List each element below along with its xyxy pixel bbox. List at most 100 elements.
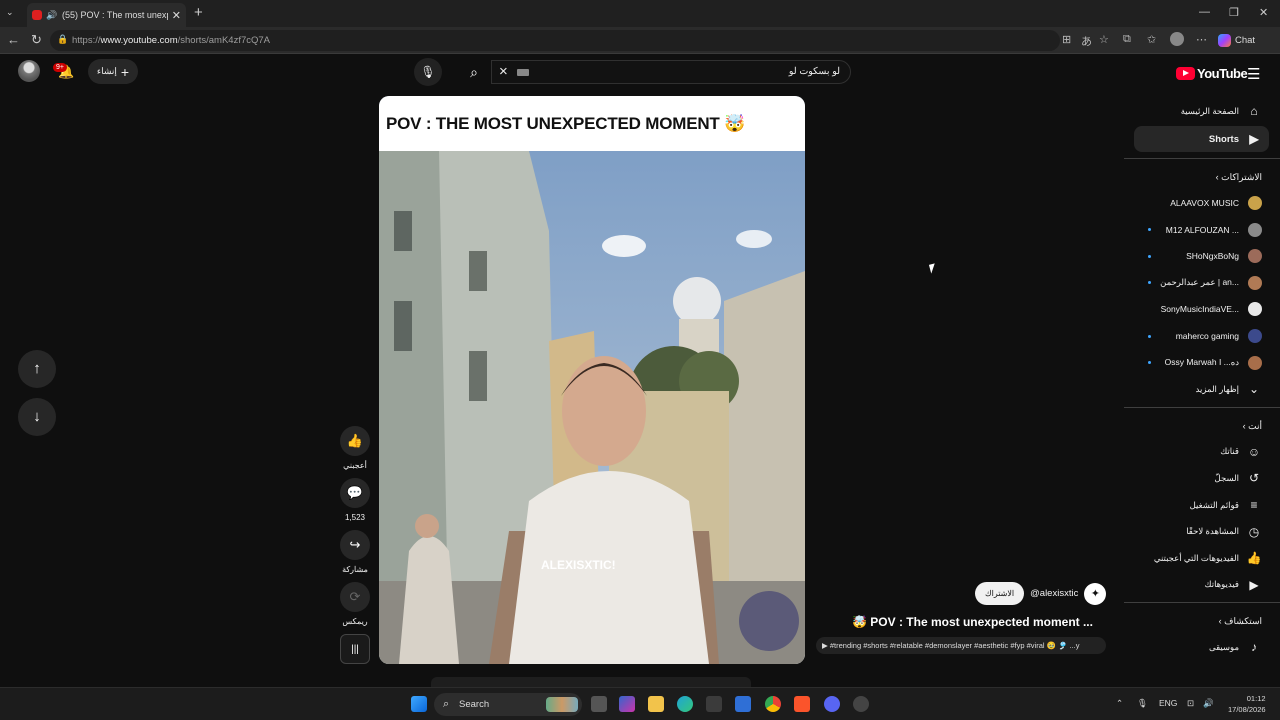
- sidebar-item-label: maherco gaming: [1175, 331, 1239, 341]
- sidebar-item-label: قناتك: [1220, 446, 1239, 457]
- address-bar[interactable]: 🔒 https://www.youtube.com/shorts/amK4zf7…: [50, 30, 1060, 51]
- sidebar-item-shorts[interactable]: Shorts ▶: [1134, 126, 1269, 152]
- search-icon[interactable]: ⌕: [460, 60, 488, 84]
- voice-search-mic-icon[interactable]: 🎙: [414, 58, 442, 86]
- subscriptions-header[interactable]: ‹ الاشتراكات: [1216, 172, 1262, 183]
- favorite-star-icon[interactable]: ☆: [1099, 33, 1109, 46]
- volume-icon[interactable]: 🔊: [1203, 698, 1214, 709]
- sidebar-item-you[interactable]: فيديوهاتك ▶: [1134, 572, 1269, 598]
- subscribe-button[interactable]: الاشتراك: [975, 582, 1025, 605]
- sidebar-item-you[interactable]: الفيديوهات التي أعجبتني 👍: [1134, 545, 1269, 571]
- share-icon[interactable]: ↪: [340, 530, 370, 560]
- chrome-icon[interactable]: [765, 696, 781, 712]
- subscription-channel[interactable]: M12 ALFOUZAN ...: [1134, 217, 1269, 243]
- file-explorer-icon[interactable]: [648, 696, 664, 712]
- sidebar-item-you[interactable]: السجلّ ↺: [1134, 465, 1269, 491]
- taskbar-search[interactable]: ⌕ Search: [434, 693, 582, 716]
- section-title: الاشتراكات: [1221, 172, 1262, 182]
- close-window-button[interactable]: ✕: [1259, 6, 1268, 19]
- hashtags-pill[interactable]: ▶ #trending #shorts #relatable #demonsla…: [816, 637, 1106, 654]
- language-indicator[interactable]: ENG: [1159, 698, 1177, 708]
- channel-avatar: [1248, 249, 1262, 264]
- subscription-channel[interactable]: SHoNgxBoNg: [1134, 243, 1269, 269]
- audio-playing-icon[interactable]: 🔊: [46, 10, 58, 21]
- guide-menu-icon[interactable]: ☰: [1247, 65, 1260, 83]
- subscription-channel[interactable]: maherco gaming: [1134, 323, 1269, 349]
- like-icon[interactable]: 👍: [340, 426, 370, 456]
- subscription-channel[interactable]: Ossy Marwah I ...ده: [1134, 350, 1269, 376]
- remix-label: ريمكس: [342, 617, 368, 626]
- youtube-play-logo-icon: [1176, 67, 1195, 80]
- progress-scrubber[interactable]: [431, 677, 751, 687]
- minimize-button[interactable]: —: [1199, 6, 1210, 18]
- start-windows-icon[interactable]: [411, 696, 427, 712]
- sidebar-item-label: الفيديوهات التي أعجبتني: [1153, 552, 1239, 563]
- show-hidden-icons-icon[interactable]: ⌃: [1116, 698, 1123, 709]
- remix-icon[interactable]: ⟳: [340, 582, 370, 612]
- microphone-tray-icon[interactable]: 🎙: [1137, 698, 1148, 709]
- translate-icon[interactable]: あ: [1081, 33, 1092, 49]
- copilot-chat-button[interactable]: Chat: [1218, 34, 1255, 47]
- subscription-channel[interactable]: عمر عبدالرحمن | an...: [1134, 270, 1269, 296]
- share-action[interactable]: ↪ مشاركة: [340, 530, 370, 574]
- comment-icon[interactable]: 💬: [340, 478, 370, 508]
- keyboard-icon[interactable]: [517, 69, 529, 76]
- more-options-icon[interactable]: ⋯: [1196, 33, 1207, 46]
- channel-handle[interactable]: @alexisxtic: [1030, 588, 1078, 599]
- sidebar-item-you[interactable]: قوائم التشغيل ≡: [1134, 492, 1269, 518]
- close-tab-icon[interactable]: ✕: [172, 9, 181, 22]
- sidebar-item-you[interactable]: قناتك ☺: [1134, 439, 1269, 465]
- music-icon: ♪: [1251, 640, 1257, 655]
- sidebar-item-you[interactable]: المشاهدة لاحقًا ◷: [1134, 519, 1269, 545]
- reload-button[interactable]: ↻: [31, 32, 42, 48]
- create-button[interactable]: إنشاء +: [88, 59, 138, 84]
- settings-gear-icon[interactable]: [853, 696, 869, 712]
- brave-icon[interactable]: [794, 696, 810, 712]
- new-tab-button[interactable]: +: [194, 4, 203, 21]
- youtube-page: 🔔 9+ إنشاء + 🎙 ⌕ × لو بسكوت لو YouTube ☰…: [0, 54, 1280, 687]
- subscription-channel[interactable]: ALAAVOX MUSIC: [1134, 190, 1269, 216]
- discord-icon[interactable]: [824, 696, 840, 712]
- you-section-header[interactable]: ‹ أنت: [1243, 421, 1262, 432]
- next-short-button[interactable]: ↓: [18, 398, 56, 436]
- mail-icon[interactable]: [735, 696, 751, 712]
- edge-icon[interactable]: [677, 696, 693, 712]
- sidebar-item-label: M12 ALFOUZAN ...: [1165, 224, 1239, 235]
- your-videos-icon: ▶: [1249, 577, 1259, 592]
- task-view-icon[interactable]: [591, 696, 607, 712]
- favorites-icon[interactable]: ✩: [1147, 33, 1156, 46]
- video-frame: ALEXISXTIC!: [379, 151, 805, 664]
- short-title[interactable]: 🤯 POV : The most unexpected moment ...: [852, 615, 1093, 629]
- sound-waveform-icon[interactable]: |||: [340, 634, 370, 664]
- m365-icon[interactable]: [619, 696, 635, 712]
- clear-search-icon[interactable]: ×: [499, 63, 508, 80]
- subscription-channel[interactable]: SonyMusicIndiaVE...: [1134, 296, 1269, 322]
- store-icon[interactable]: [706, 696, 722, 712]
- taskbar-search-label: Search: [459, 699, 490, 710]
- overlay-title-text: POV : THE MOST UNEXPECTED MOMENT 🤯: [386, 114, 746, 133]
- profile-avatar[interactable]: [1170, 32, 1184, 46]
- site-info-icon[interactable]: 🔒: [57, 34, 68, 45]
- sidebar-item-home[interactable]: الصفحة الرئيسية ⌂: [1134, 98, 1269, 124]
- account-avatar[interactable]: [18, 60, 40, 82]
- back-button[interactable]: ←: [7, 32, 20, 47]
- youtube-logo[interactable]: YouTube: [1176, 66, 1248, 81]
- system-clock[interactable]: 01:12 17/08/2026: [1228, 693, 1266, 715]
- like-action[interactable]: 👍 أعجبني: [340, 426, 370, 470]
- tab-actions-icon[interactable]: ⌄: [6, 7, 14, 18]
- sound-action[interactable]: |||: [340, 634, 370, 664]
- channel-avatar[interactable]: ✦: [1084, 582, 1107, 605]
- sidebar-item-music[interactable]: موسيقى ♪: [1134, 634, 1269, 660]
- maximize-button[interactable]: ❐: [1229, 6, 1239, 19]
- show-more-button[interactable]: إظهار المزيد ⌄: [1134, 376, 1269, 402]
- network-icon[interactable]: ⊡: [1187, 698, 1194, 709]
- browser-tab-active[interactable]: 🔊 (55) POV : The most unexpected ✕: [27, 3, 186, 27]
- comments-action[interactable]: 💬 1,523: [340, 478, 370, 522]
- explore-section-header[interactable]: ‹ استكشاف: [1219, 616, 1262, 627]
- short-video-player[interactable]: POV : THE MOST UNEXPECTED MOMENT 🤯 ALEXI…: [379, 96, 805, 664]
- search-input[interactable]: × لو بسكوت لو: [491, 60, 851, 84]
- previous-short-button[interactable]: ↑: [18, 350, 56, 388]
- remix-action[interactable]: ⟳ ريمكس: [340, 582, 370, 626]
- extensions-icon[interactable]: ⧉: [1123, 33, 1131, 46]
- app-available-icon[interactable]: ⊞: [1062, 33, 1071, 46]
